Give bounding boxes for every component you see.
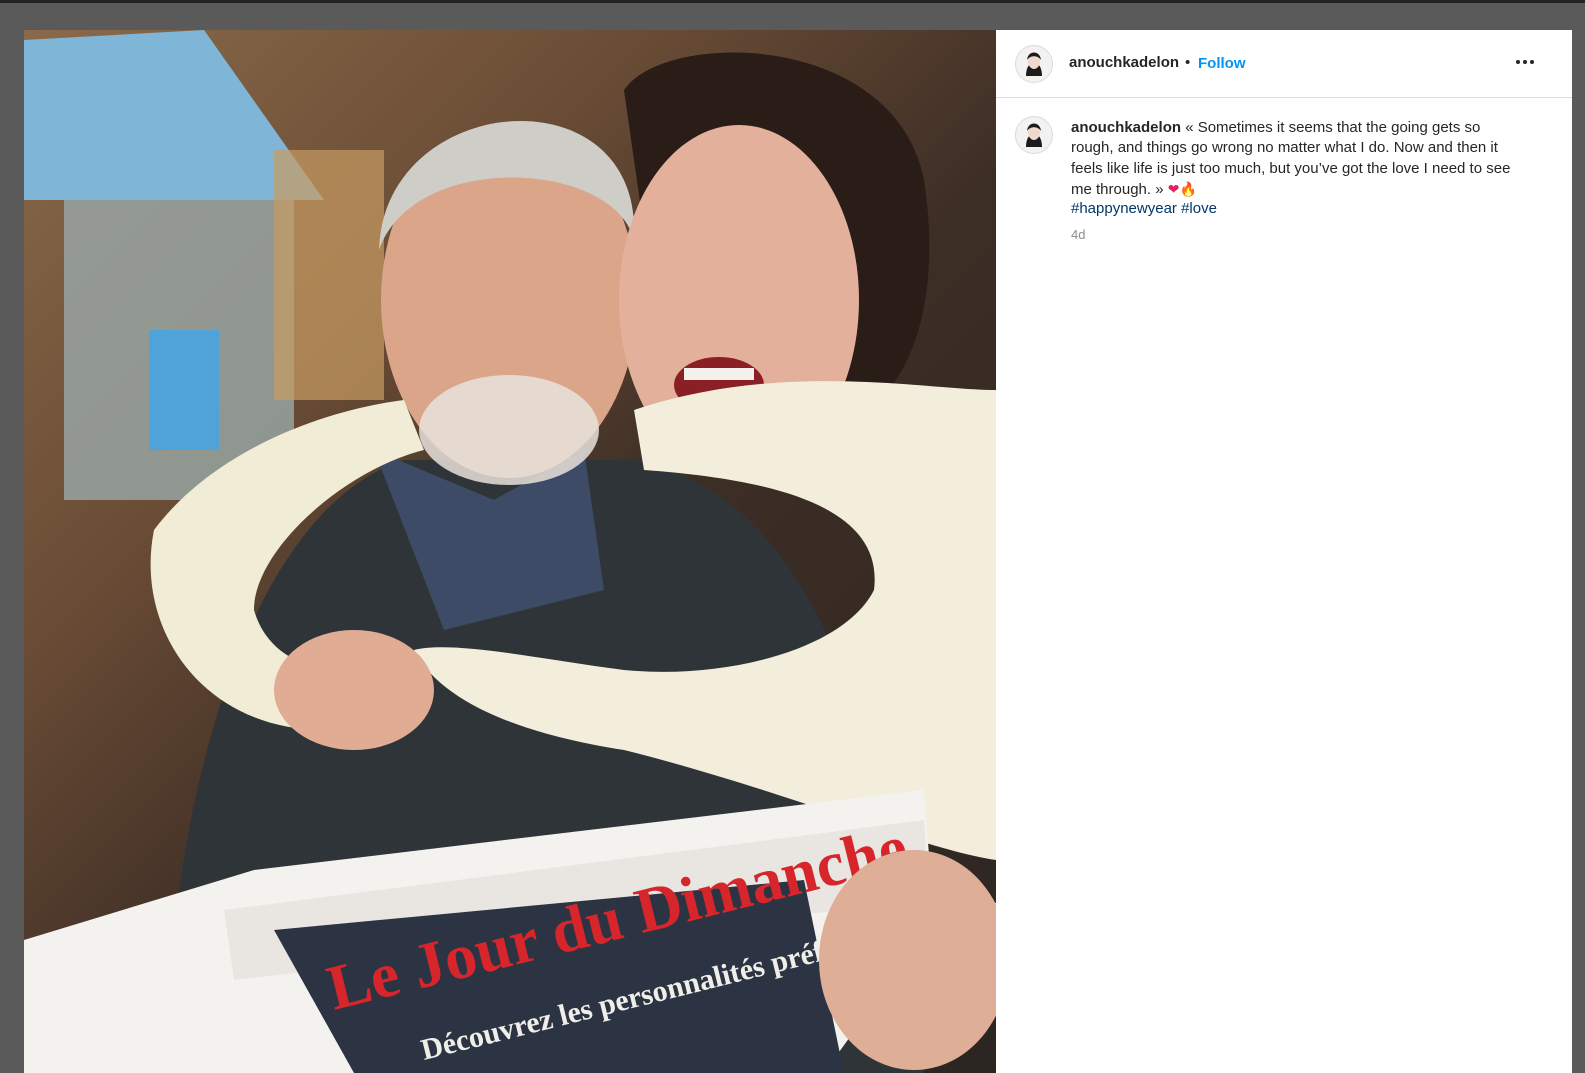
post-caption: anouchkadelon « Sometimes it seems that … xyxy=(1071,118,1526,200)
hashtag-love[interactable]: #love xyxy=(1181,200,1217,217)
separator-dot: • xyxy=(1185,54,1191,71)
dot xyxy=(1530,60,1534,64)
header-username[interactable]: anouchkadelon xyxy=(1069,54,1179,71)
window-top-border xyxy=(0,0,1585,3)
post-modal: Le Jour du Dimanche Découvrez les person… xyxy=(24,30,1572,1073)
dot xyxy=(1516,60,1520,64)
caption-username[interactable]: anouchkadelon xyxy=(1071,119,1181,136)
avatar[interactable] xyxy=(1015,45,1053,83)
caption-avatar[interactable] xyxy=(1015,116,1053,154)
dot xyxy=(1523,60,1527,64)
hashtag-happynewyear[interactable]: #happynewyear xyxy=(1071,200,1177,217)
profile-silhouette-icon xyxy=(1026,52,1042,76)
profile-silhouette-icon xyxy=(1026,123,1042,147)
follow-button[interactable]: Follow xyxy=(1198,55,1246,72)
post-sidebar: anouchkadelon • Follow anouchkadelon « S… xyxy=(996,30,1572,1073)
fire-emoji-icon: 🔥 xyxy=(1179,180,1197,197)
post-header: anouchkadelon • Follow xyxy=(996,30,1572,98)
more-options-icon[interactable] xyxy=(1512,52,1538,72)
post-photo: Le Jour du Dimanche Découvrez les person… xyxy=(24,30,996,1073)
hashtags: #happynewyear #love xyxy=(1071,199,1217,219)
post-timestamp[interactable]: 4d xyxy=(1071,227,1085,242)
heart-emoji-icon: ❤ xyxy=(1167,180,1180,197)
